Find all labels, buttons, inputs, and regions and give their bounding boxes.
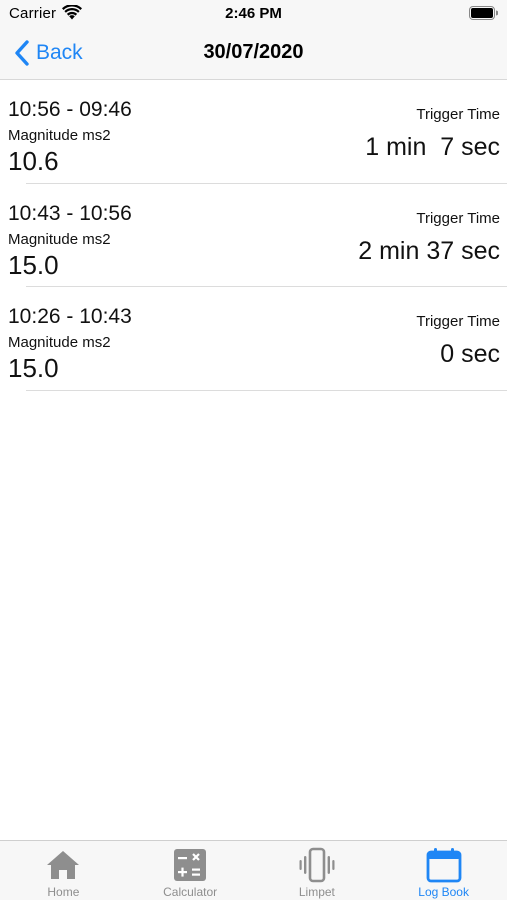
- tab-bar: Home Calculator Limpet Log Book: [0, 840, 507, 900]
- calendar-icon: [426, 848, 462, 883]
- trigger-time-value: 2 min 37 sec: [358, 236, 500, 265]
- tab-home[interactable]: Home: [0, 841, 127, 900]
- tab-log-book-label: Log Book: [418, 885, 469, 899]
- navigation-bar: Back 30/07/2020: [0, 28, 507, 80]
- log-time-range: 10:26 - 10:43: [8, 305, 132, 328]
- tab-log-book[interactable]: Log Book: [380, 841, 507, 900]
- page-title: 30/07/2020: [203, 41, 304, 63]
- status-bar: Carrier 2:46 PM: [0, 0, 507, 28]
- log-entry-row[interactable]: 10:26 - 10:43 Magnitude ms2 15.0 Trigger…: [0, 287, 507, 391]
- magnitude-value: 15.0: [8, 249, 59, 280]
- trigger-time-label: Trigger Time: [416, 209, 500, 227]
- magnitude-value: 10.6: [8, 146, 59, 176]
- log-time-range: 10:43 - 10:56: [8, 201, 132, 225]
- tab-calculator[interactable]: Calculator: [127, 841, 254, 900]
- battery-icon: [469, 6, 498, 20]
- vibrating-phone-icon: [299, 847, 335, 883]
- calculator-icon: [174, 849, 207, 881]
- trigger-time-value: 0 sec: [440, 340, 500, 368]
- log-entry-row[interactable]: 10:56 - 09:46 Magnitude ms2 10.6 Trigger…: [0, 80, 507, 184]
- magnitude-label: Magnitude ms2: [8, 230, 111, 248]
- tab-calculator-label: Calculator: [163, 885, 218, 899]
- row-separator: [26, 389, 507, 391]
- log-book-screen: Carrier 2:46 PM Back 30/07/2020 10:56 - …: [0, 0, 507, 900]
- status-time: 2:46 PM: [225, 5, 282, 22]
- home-icon: [47, 851, 80, 879]
- log-entry-row[interactable]: 10:43 - 10:56 Magnitude ms2 15.0 Trigger…: [0, 184, 507, 287]
- log-time-range: 10:56 - 09:46: [8, 98, 132, 121]
- trigger-time-label: Trigger Time: [416, 106, 500, 123]
- tab-limpet-label: Limpet: [298, 885, 335, 899]
- trigger-time-value: 1 min 7 sec: [365, 133, 500, 161]
- log-list: 10:56 - 09:46 Magnitude ms2 10.6 Trigger…: [0, 80, 507, 391]
- magnitude-value: 15.0: [8, 353, 59, 383]
- tab-home-label: Home: [47, 885, 80, 899]
- magnitude-label: Magnitude ms2: [8, 127, 111, 144]
- trigger-time-label: Trigger Time: [416, 313, 500, 330]
- magnitude-label: Magnitude ms2: [8, 334, 111, 351]
- tab-limpet[interactable]: Limpet: [254, 841, 381, 900]
